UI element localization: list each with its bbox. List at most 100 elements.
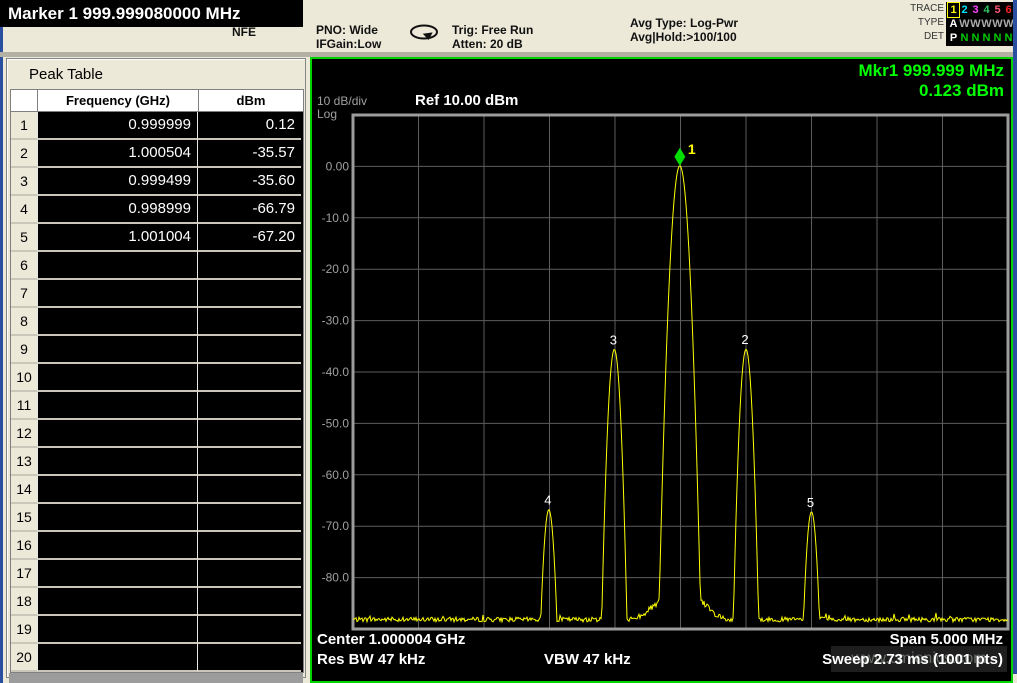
peak-row-index: 10 bbox=[11, 364, 37, 392]
peak-row-frequency bbox=[37, 476, 197, 504]
type-row-label: TYPE bbox=[898, 17, 944, 28]
peak-row-index: 9 bbox=[11, 336, 37, 364]
pno-annunciator: PNO: Wide bbox=[316, 23, 378, 37]
trace-3-number: 3 bbox=[970, 3, 981, 17]
peak-table-row-15[interactable]: 15 bbox=[11, 504, 303, 532]
trace-5-type: W bbox=[992, 17, 1003, 31]
atten-annunciator: Atten: 20 dB bbox=[452, 37, 523, 51]
peak-row-frequency bbox=[37, 532, 197, 560]
peak-row-dbm bbox=[197, 308, 301, 336]
peak-row-index: 2 bbox=[11, 140, 37, 168]
peak-table-row-3[interactable]: 30.999499-35.60 bbox=[11, 168, 303, 196]
peak-table-row-7[interactable]: 7 bbox=[11, 280, 303, 308]
peak-row-dbm bbox=[197, 504, 301, 532]
peak-label-1: 1 bbox=[688, 141, 696, 157]
left-edge-strip bbox=[0, 27, 3, 683]
sweep-label: Sweep 2.73 ms (1001 pts) bbox=[822, 651, 1003, 668]
peak-row-index: 6 bbox=[11, 252, 37, 280]
peak-table-row-13[interactable]: 13 bbox=[11, 448, 303, 476]
peak-row-index: 14 bbox=[11, 476, 37, 504]
trace-2-number: 2 bbox=[959, 3, 970, 17]
trace-4-type: W bbox=[981, 17, 992, 31]
peak-table-row-8[interactable]: 8 bbox=[11, 308, 303, 336]
peak-table-row-6[interactable]: 6 bbox=[11, 252, 303, 280]
trace-1-type: A bbox=[948, 17, 959, 31]
index-column-header bbox=[11, 90, 37, 111]
peak-row-frequency bbox=[37, 588, 197, 616]
peak-row-frequency bbox=[37, 616, 197, 644]
peak-row-frequency bbox=[37, 280, 197, 308]
trace-types-row: AWWWWW bbox=[948, 17, 1016, 31]
trigger-annunciator: Trig: Free Run bbox=[452, 23, 533, 37]
peak-row-frequency bbox=[37, 644, 197, 672]
peak-table-row-19[interactable]: 19 bbox=[11, 616, 303, 644]
right-edge-strip bbox=[1013, 0, 1017, 674]
peak-row-frequency bbox=[37, 420, 197, 448]
avg-type-annunciator: Avg Type: Log-Pwr bbox=[630, 16, 738, 30]
peak-table-row-18[interactable]: 18 bbox=[11, 588, 303, 616]
dbm-column-header: dBm bbox=[198, 90, 303, 111]
peak-row-index: 17 bbox=[11, 560, 37, 588]
peak-row-index: 4 bbox=[11, 196, 37, 224]
peak-row-dbm bbox=[197, 644, 301, 672]
trace-row-label: TRACE bbox=[898, 3, 944, 14]
y-axis-label: -20.0 bbox=[322, 262, 350, 276]
avg-hold-annunciator: Avg|Hold:>100/100 bbox=[630, 30, 737, 44]
trace-3-type: W bbox=[970, 17, 981, 31]
peak-row-frequency: 0.998999 bbox=[37, 196, 197, 224]
peak-row-index: 15 bbox=[11, 504, 37, 532]
peak-table-panel: Peak Table Frequency (GHz) dBm 10.999999… bbox=[6, 58, 306, 678]
trace-4-number: 4 bbox=[981, 3, 992, 17]
trace-3-det: N bbox=[970, 31, 981, 45]
peak-table-row-5[interactable]: 51.001004-67.20 bbox=[11, 224, 303, 252]
continuous-sweep-icon[interactable] bbox=[407, 23, 441, 41]
peak-table-body: 10.9999990.1221.000504-35.5730.999499-35… bbox=[11, 112, 303, 672]
measurement-title-bar: Marker 1 999.999080000 MHz bbox=[0, 0, 303, 27]
peak-table-row-4[interactable]: 40.998999-66.79 bbox=[11, 196, 303, 224]
peak-row-dbm bbox=[197, 532, 301, 560]
peak-table-scrollbar[interactable] bbox=[9, 673, 303, 683]
y-axis-label: -80.0 bbox=[322, 571, 350, 585]
peak-row-frequency bbox=[37, 336, 197, 364]
trace-status-box[interactable]: 123456 AWWWWW PNNNNN bbox=[946, 2, 1016, 46]
peak-table-title: Peak Table bbox=[29, 66, 103, 83]
peak-row-frequency: 1.000504 bbox=[37, 140, 197, 168]
peak-table-row-10[interactable]: 10 bbox=[11, 364, 303, 392]
trace-2-det: N bbox=[959, 31, 970, 45]
peak-row-dbm bbox=[197, 588, 301, 616]
peak-row-index: 12 bbox=[11, 420, 37, 448]
peak-row-dbm bbox=[197, 364, 301, 392]
peak-row-frequency: 1.001004 bbox=[37, 224, 197, 252]
center-frequency-label: Center 1.000004 GHz bbox=[317, 631, 465, 648]
peak-table-row-16[interactable]: 16 bbox=[11, 532, 303, 560]
peak-table-row-14[interactable]: 14 bbox=[11, 476, 303, 504]
peak-row-index: 13 bbox=[11, 448, 37, 476]
spectrum-display-panel: Mkr1 999.999 MHz 0.123 dBm 10 dB/div Log… bbox=[310, 57, 1013, 683]
peak-row-dbm: 0.12 bbox=[197, 112, 301, 140]
peak-table-row-2[interactable]: 21.000504-35.57 bbox=[11, 140, 303, 168]
peak-row-dbm bbox=[197, 616, 301, 644]
trace-numbers-row: 123456 bbox=[948, 3, 1016, 17]
trace-detectors-row: PNNNNN bbox=[948, 31, 1016, 45]
peak-table-row-11[interactable]: 11 bbox=[11, 392, 303, 420]
y-axis-label: -40.0 bbox=[322, 365, 350, 379]
peak-row-frequency bbox=[37, 364, 197, 392]
peak-row-index: 3 bbox=[11, 168, 37, 196]
analyzer-screen: Marker 1 999.999080000 MHz NFE PNO: Wide… bbox=[0, 0, 1017, 683]
nfe-annunciator: NFE bbox=[232, 25, 256, 39]
peak-row-frequency: 0.999999 bbox=[37, 112, 197, 140]
peak-row-dbm bbox=[197, 252, 301, 280]
peak-table-row-9[interactable]: 9 bbox=[11, 336, 303, 364]
peak-table-row-20[interactable]: 20 bbox=[11, 644, 303, 672]
peak-row-frequency bbox=[37, 448, 197, 476]
marker-1-diamond[interactable] bbox=[674, 148, 685, 166]
peak-row-index: 18 bbox=[11, 588, 37, 616]
peak-row-frequency: 0.999499 bbox=[37, 168, 197, 196]
peak-table-row-17[interactable]: 17 bbox=[11, 560, 303, 588]
peak-table-row-12[interactable]: 12 bbox=[11, 420, 303, 448]
peak-row-dbm bbox=[197, 560, 301, 588]
peak-table-header: Frequency (GHz) dBm bbox=[11, 90, 303, 112]
y-axis-label: -50.0 bbox=[322, 416, 350, 430]
peak-table-row-1[interactable]: 10.9999990.12 bbox=[11, 112, 303, 140]
peak-row-index: 5 bbox=[11, 224, 37, 252]
